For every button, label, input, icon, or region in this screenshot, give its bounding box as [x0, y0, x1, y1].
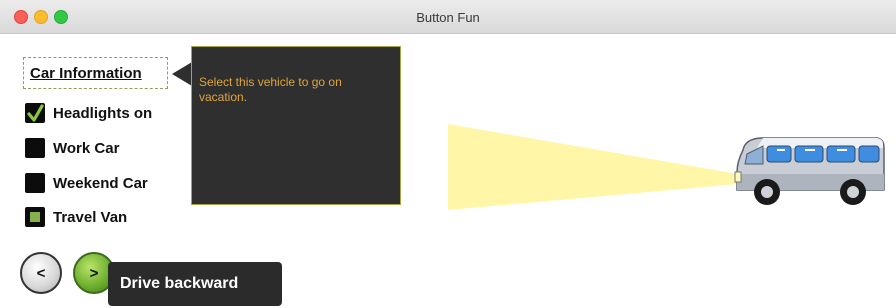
car-information-link[interactable]: Car Information [23, 57, 168, 89]
car-information-label: Car Information [30, 65, 142, 82]
travel-van-checkbox[interactable] [25, 207, 45, 227]
vehicle-tooltip: Select this vehicle to go on vacation. [191, 46, 401, 205]
work-car-label: Work Car [53, 140, 120, 157]
work-car-checkbox[interactable] [25, 138, 45, 158]
back-button[interactable]: < [20, 252, 62, 294]
weekend-car-checkbox[interactable] [25, 173, 45, 193]
drive-backward-tooltip: Drive backward [108, 262, 282, 306]
headlights-label: Headlights on [53, 105, 153, 122]
tooltip-text: Select this vehicle to go on vacation. [199, 75, 342, 104]
travel-van-label: Travel Van [53, 209, 128, 226]
window-title: Button Fun [416, 10, 480, 25]
travel-van-image [734, 137, 885, 205]
checkmark-icon [27, 104, 44, 122]
drive-backward-text: Drive backward [120, 275, 239, 292]
title-bar: Button Fun [0, 0, 896, 34]
headlights-checkbox[interactable] [25, 103, 45, 123]
headlight-beam [448, 124, 738, 210]
weekend-car-label: Weekend Car [53, 175, 148, 192]
tooltip-pointer [172, 62, 192, 86]
